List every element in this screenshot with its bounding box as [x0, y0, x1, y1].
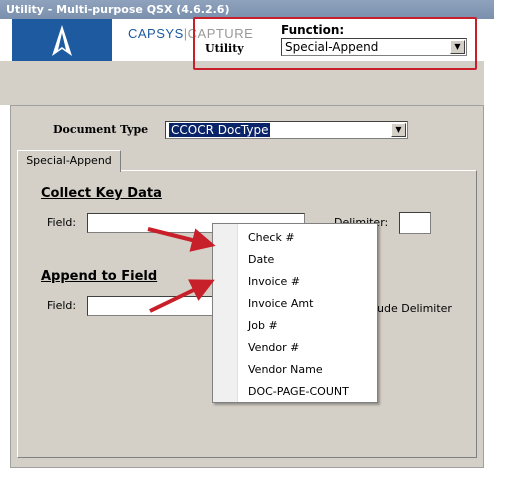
annotation-arrows: [147, 227, 216, 313]
annotation-arrow-icon: [149, 279, 215, 313]
tab-special-append[interactable]: Special-Append: [17, 150, 121, 172]
annotation-arrow-icon: [147, 227, 216, 252]
